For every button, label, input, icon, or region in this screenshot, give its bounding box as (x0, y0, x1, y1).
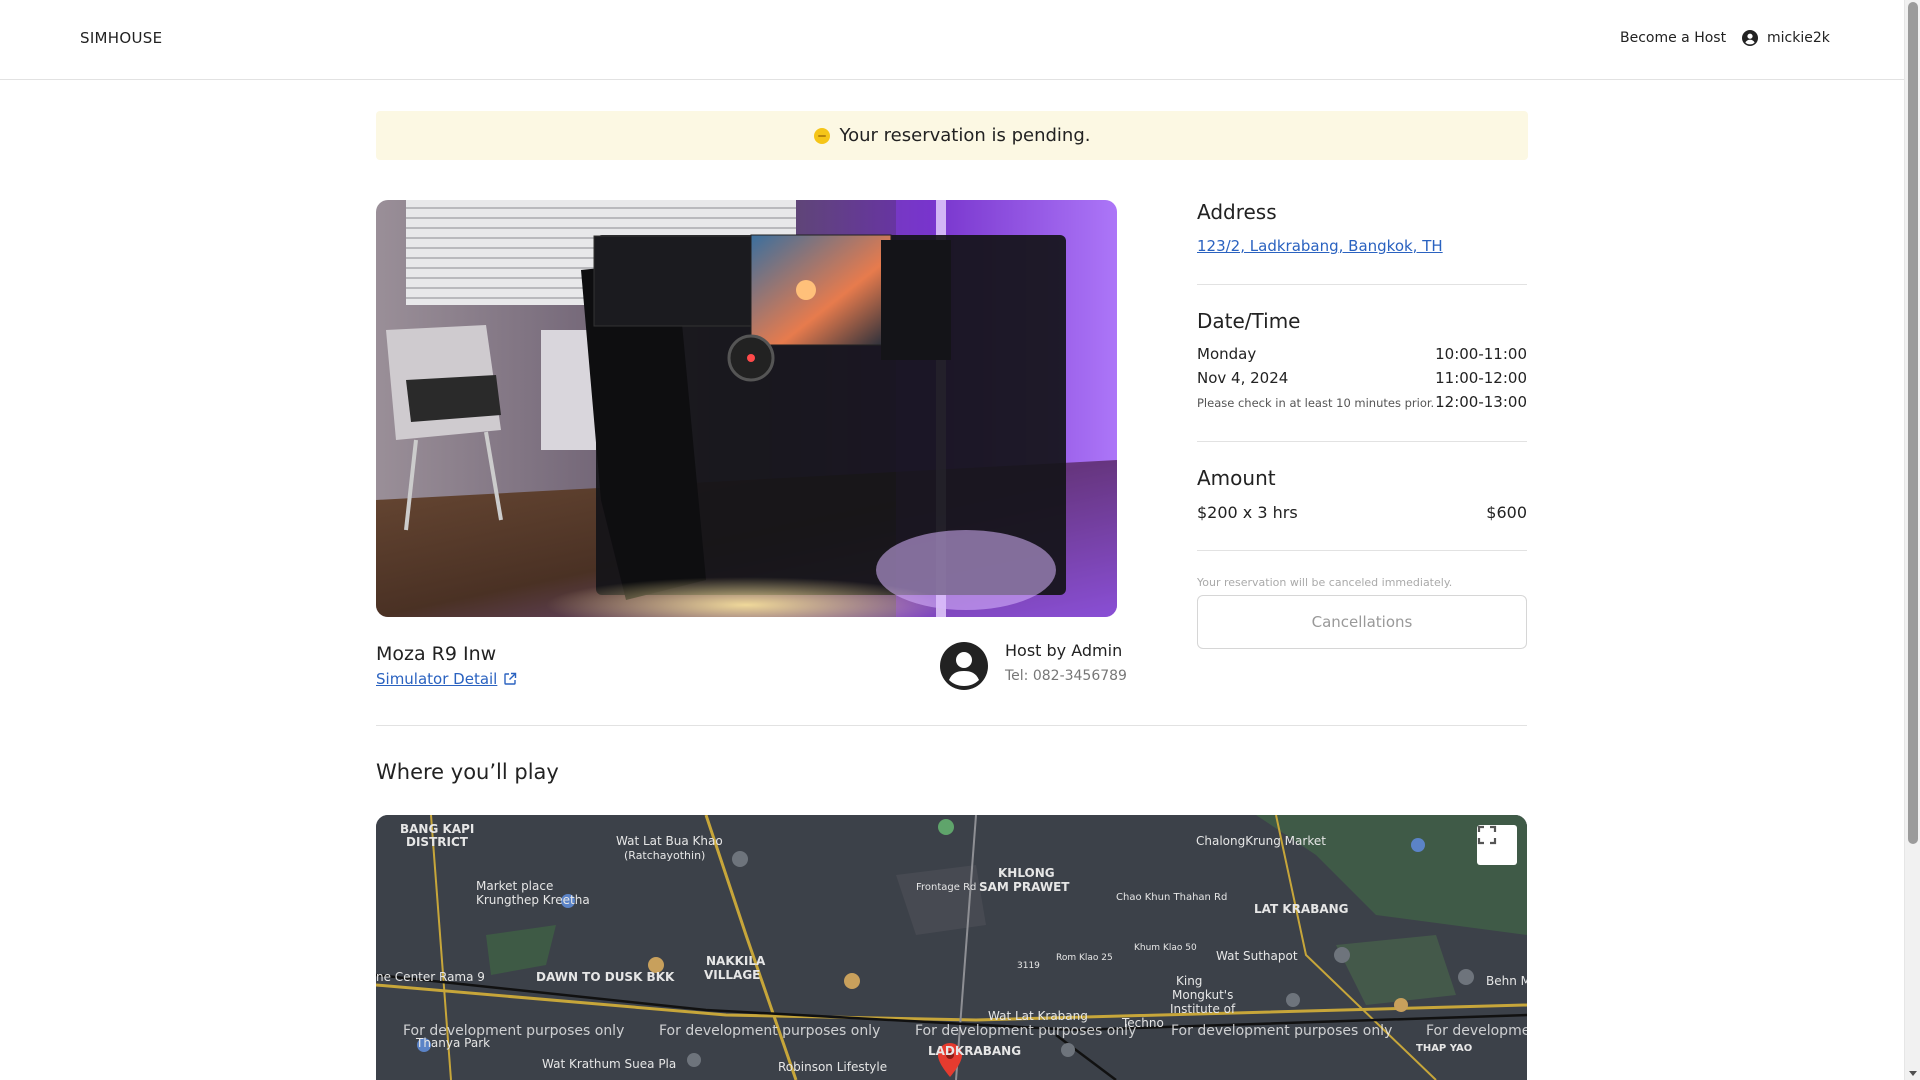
map-label: LAT KRABANG (1254, 902, 1349, 916)
page-scrollbar[interactable] (1904, 0, 1920, 1080)
amount-heading: Amount (1197, 466, 1276, 490)
map-label: Wat Lat Bua Khao (616, 834, 723, 848)
map-label: Mongkut's (1172, 988, 1233, 1002)
checkin-note: Please check in at least 10 minutes prio… (1197, 396, 1435, 410)
cancel-note: Your reservation will be canceled immedi… (1197, 576, 1453, 589)
dev-watermark: For developme (1426, 1023, 1527, 1039)
map-label: ChalongKrung Market (1196, 834, 1326, 848)
map-label: ne Center Rama 9 (376, 970, 485, 984)
map-label: Wat Suthapot (1216, 949, 1298, 963)
map-label: NAKKILA (706, 954, 766, 968)
map-fullscreen-button[interactable] (1477, 825, 1517, 865)
status-banner: Your reservation is pending. (376, 111, 1528, 160)
host-phone: Tel: 082-3456789 (1005, 668, 1127, 684)
simulator-detail-label: Simulator Detail (376, 670, 498, 688)
map-label: Wat Krathum Suea Pla (542, 1057, 676, 1071)
scroll-down-arrow-icon[interactable] (1909, 1071, 1917, 1076)
dev-watermark: For development purposes only (659, 1023, 880, 1039)
map-label: Robinson Lifestyle (778, 1060, 887, 1074)
amount-breakdown: $200 x 3 hrs (1197, 503, 1298, 522)
map-canvas: BANG KAPI DISTRICT Wat Lat Bua Khao (Rat… (376, 815, 1527, 1080)
datetime-row-2: Nov 4, 2024 11:00-12:00 (1197, 369, 1527, 387)
dev-watermark: For development purposes only (403, 1023, 624, 1039)
dev-watermark: For development purposes only (1171, 1023, 1392, 1039)
map-label: THAP YAO (1416, 1043, 1472, 1054)
pending-icon (813, 127, 830, 144)
datetime-row-1: Monday 10:00-11:00 (1197, 345, 1527, 363)
map-label: Market place (476, 879, 553, 893)
time-slot: 10:00-11:00 (1435, 345, 1527, 363)
status-text: Your reservation is pending. (839, 125, 1091, 146)
map-label: DAWN TO DUSK BKK (536, 970, 675, 984)
location-map[interactable]: BANG KAPI DISTRICT Wat Lat Bua Khao (Rat… (376, 815, 1527, 1080)
map-label: Chao Khun Thahan Rd (1116, 892, 1227, 903)
booking-date: Nov 4, 2024 (1197, 369, 1289, 387)
map-label: Institute of (1170, 1002, 1236, 1016)
where-heading: Where you’ll play (376, 760, 559, 784)
simulator-image (376, 200, 1117, 617)
time-slot: 12:00-13:00 (1435, 393, 1527, 411)
map-label: LADKRABANG (928, 1044, 1021, 1058)
divider (1197, 550, 1527, 551)
divider (1197, 441, 1527, 442)
map-label: Behn Meyer Co., Ltd (1486, 974, 1527, 988)
dev-watermark: For development purposes only (915, 1023, 1136, 1039)
datetime-heading: Date/Time (1197, 309, 1301, 333)
become-host-link[interactable]: Become a Host (1620, 30, 1726, 46)
address-link[interactable]: 123/2, Ladkrabang, Bangkok, TH (1197, 237, 1443, 255)
host-avatar-icon (940, 642, 988, 690)
address-heading: Address (1197, 200, 1277, 224)
username: mickie2k (1767, 30, 1830, 46)
map-label: Khum Klao 50 (1134, 943, 1197, 953)
booking-day: Monday (1197, 345, 1257, 363)
map-label: 3119 (1017, 961, 1040, 971)
map-label: KHLONG (998, 866, 1055, 880)
map-label: Wat Lat Krabang (988, 1009, 1088, 1023)
divider (1197, 284, 1527, 285)
logo[interactable]: SIMHOUSE (80, 29, 162, 47)
scrollbar-thumb[interactable] (1908, 2, 1918, 844)
section-divider (376, 725, 1527, 726)
cancellations-button[interactable]: Cancellations (1197, 595, 1527, 649)
external-link-icon (504, 672, 517, 685)
map-label: SAM PRAWET (979, 880, 1070, 894)
top-nav: SIMHOUSE Become a Host mickie2k (0, 0, 1904, 80)
map-label: Frontage Rd (916, 882, 976, 893)
user-menu[interactable]: mickie2k (1742, 30, 1830, 46)
simulator-photo (376, 200, 1117, 617)
simulator-detail-link[interactable]: Simulator Detail (376, 670, 517, 688)
map-label: BANG KAPI (400, 822, 474, 836)
map-label: Krungthep Kreetha (476, 893, 590, 907)
map-label: (Ratchayothin) (624, 849, 705, 862)
amount-total: $600 (1486, 503, 1527, 522)
datetime-row-3: Please check in at least 10 minutes prio… (1197, 393, 1527, 411)
map-label: King (1176, 974, 1202, 988)
simulator-name: Moza R9 Inw (376, 643, 497, 665)
map-label: DISTRICT (406, 835, 469, 849)
fullscreen-icon (1477, 825, 1497, 845)
host-name: Host by Admin (1005, 641, 1123, 660)
map-label: VILLAGE (704, 968, 760, 982)
map-label: Rom Klao 25 (1056, 953, 1113, 963)
user-circle-icon (1742, 30, 1758, 46)
amount-row: $200 x 3 hrs $600 (1197, 503, 1527, 522)
time-slot: 11:00-12:00 (1435, 369, 1527, 387)
